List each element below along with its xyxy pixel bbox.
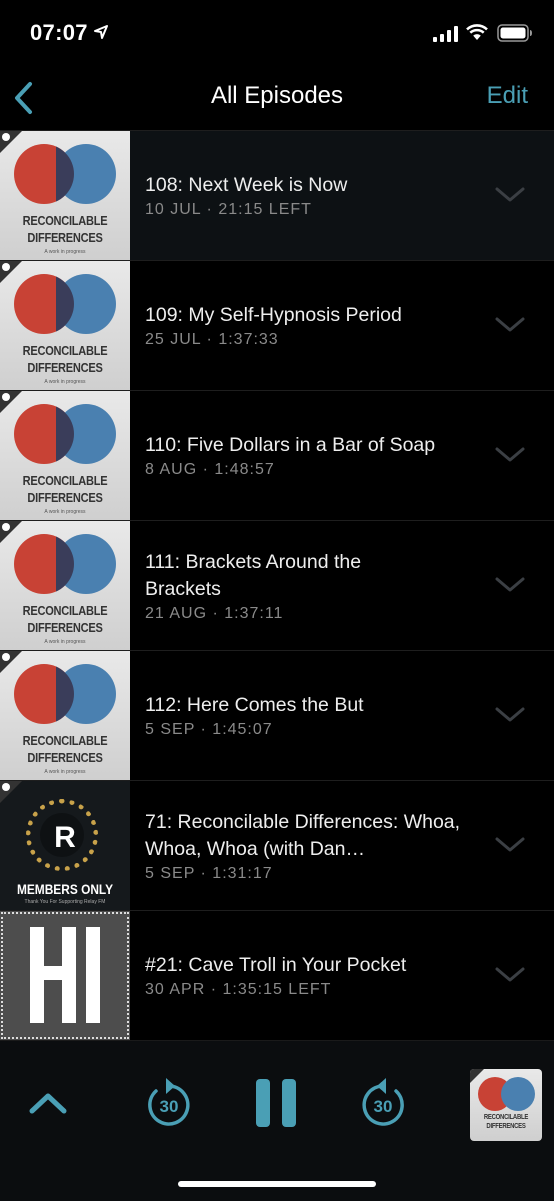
relay-badge-icon — [470, 1069, 484, 1083]
episode-title: 111: Brackets Around the Brackets — [145, 550, 362, 600]
edit-button[interactable]: Edit — [487, 82, 528, 110]
episode-meta: 25 JUL · 1:37:33 — [145, 331, 279, 348]
relay-badge-icon — [0, 261, 22, 283]
episode-row[interactable]: RECONCILABLE DIFFERENCES A work in progr… — [0, 260, 554, 390]
cellular-signal-icon — [433, 26, 458, 42]
relay-badge-icon — [0, 391, 22, 413]
chevron-down-icon[interactable] — [494, 576, 526, 594]
episode-row[interactable]: #21: Cave Troll in Your Pocket 30 APR · … — [0, 910, 554, 1040]
episode-row[interactable]: R MEMBERS ONLY Thank You For Supporting … — [0, 780, 554, 910]
episode-artwork — [0, 911, 130, 1040]
episode-title: 108: Next Week is Now — [145, 174, 348, 196]
episode-row[interactable]: RECONCILABLE DIFFERENCES A work in progr… — [0, 130, 554, 260]
episode-title: 109: My Self-Hypnosis Period — [145, 304, 402, 326]
status-bar: 07:07 — [0, 0, 554, 66]
skip-back-icon[interactable]: 30 — [144, 1074, 194, 1130]
location-arrow-icon — [94, 25, 108, 39]
episode-title: 112: Here Comes the But — [145, 694, 364, 716]
episode-meta: 8 AUG · 1:48:57 — [145, 461, 275, 478]
episode-title: #21: Cave Troll in Your Pocket — [145, 954, 407, 976]
chevron-down-icon[interactable] — [494, 966, 526, 984]
chevron-down-icon[interactable] — [494, 316, 526, 334]
chevron-down-icon[interactable] — [494, 446, 526, 464]
now-playing-artwork[interactable]: RECONCILABLE DIFFERENCES — [470, 1069, 542, 1141]
episode-artwork: RECONCILABLE DIFFERENCES A work in progr… — [0, 131, 130, 260]
wifi-icon — [466, 24, 488, 40]
episode-artwork: RECONCILABLE DIFFERENCES A work in progr… — [0, 521, 130, 650]
chevron-down-icon[interactable] — [494, 186, 526, 204]
episode-meta: 5 SEP · 1:31:17 — [145, 864, 273, 882]
episode-title: 110: Five Dollars in a Bar of Soap — [145, 434, 436, 456]
episode-artwork: RECONCILABLE DIFFERENCES A work in progr… — [0, 651, 130, 780]
relay-badge-icon — [0, 651, 22, 673]
episode-meta: 5 SEP · 1:45:07 — [145, 721, 273, 738]
episode-list: RECONCILABLE DIFFERENCES A work in progr… — [0, 130, 554, 1040]
chevron-down-icon[interactable] — [494, 836, 526, 854]
episode-title: 71: Reconcilable Differences: Whoa, Whoa… — [145, 810, 461, 860]
skip-forward-icon[interactable]: 30 — [358, 1074, 408, 1130]
pause-icon[interactable] — [254, 1077, 300, 1129]
episode-row[interactable]: RECONCILABLE DIFFERENCES A work in progr… — [0, 390, 554, 520]
relay-badge-icon — [0, 131, 22, 153]
episode-row[interactable]: RECONCILABLE DIFFERENCES A work in progr… — [0, 650, 554, 780]
relay-badge-icon — [0, 781, 22, 803]
episode-meta: 10 JUL · 21:15 LEFT — [145, 201, 312, 218]
nav-bar: All Episodes Edit — [0, 66, 554, 130]
episode-artwork: R MEMBERS ONLY Thank You For Supporting … — [0, 781, 130, 910]
chevron-down-icon[interactable] — [494, 706, 526, 724]
chevron-up-icon[interactable] — [28, 1091, 68, 1115]
battery-icon — [497, 24, 532, 42]
page-title: All Episodes — [210, 82, 344, 109]
mini-player: 30 30 RECONCILABLE DIFFERENCES — [0, 1040, 554, 1201]
episode-row[interactable]: RECONCILABLE DIFFERENCES A work in progr… — [0, 520, 554, 650]
home-indicator[interactable] — [178, 1181, 376, 1187]
relay-badge-icon — [0, 521, 22, 543]
episode-meta: 30 APR · 1:35:15 LEFT — [145, 981, 332, 998]
skip-forward-label: 30 — [374, 1097, 393, 1116]
episode-artwork: RECONCILABLE DIFFERENCES A work in progr… — [0, 261, 130, 390]
skip-back-label: 30 — [160, 1097, 179, 1116]
status-time: 07:07 — [30, 20, 88, 45]
episode-artwork: RECONCILABLE DIFFERENCES A work in progr… — [0, 391, 130, 520]
episode-meta: 21 AUG · 1:37:11 — [145, 604, 284, 622]
